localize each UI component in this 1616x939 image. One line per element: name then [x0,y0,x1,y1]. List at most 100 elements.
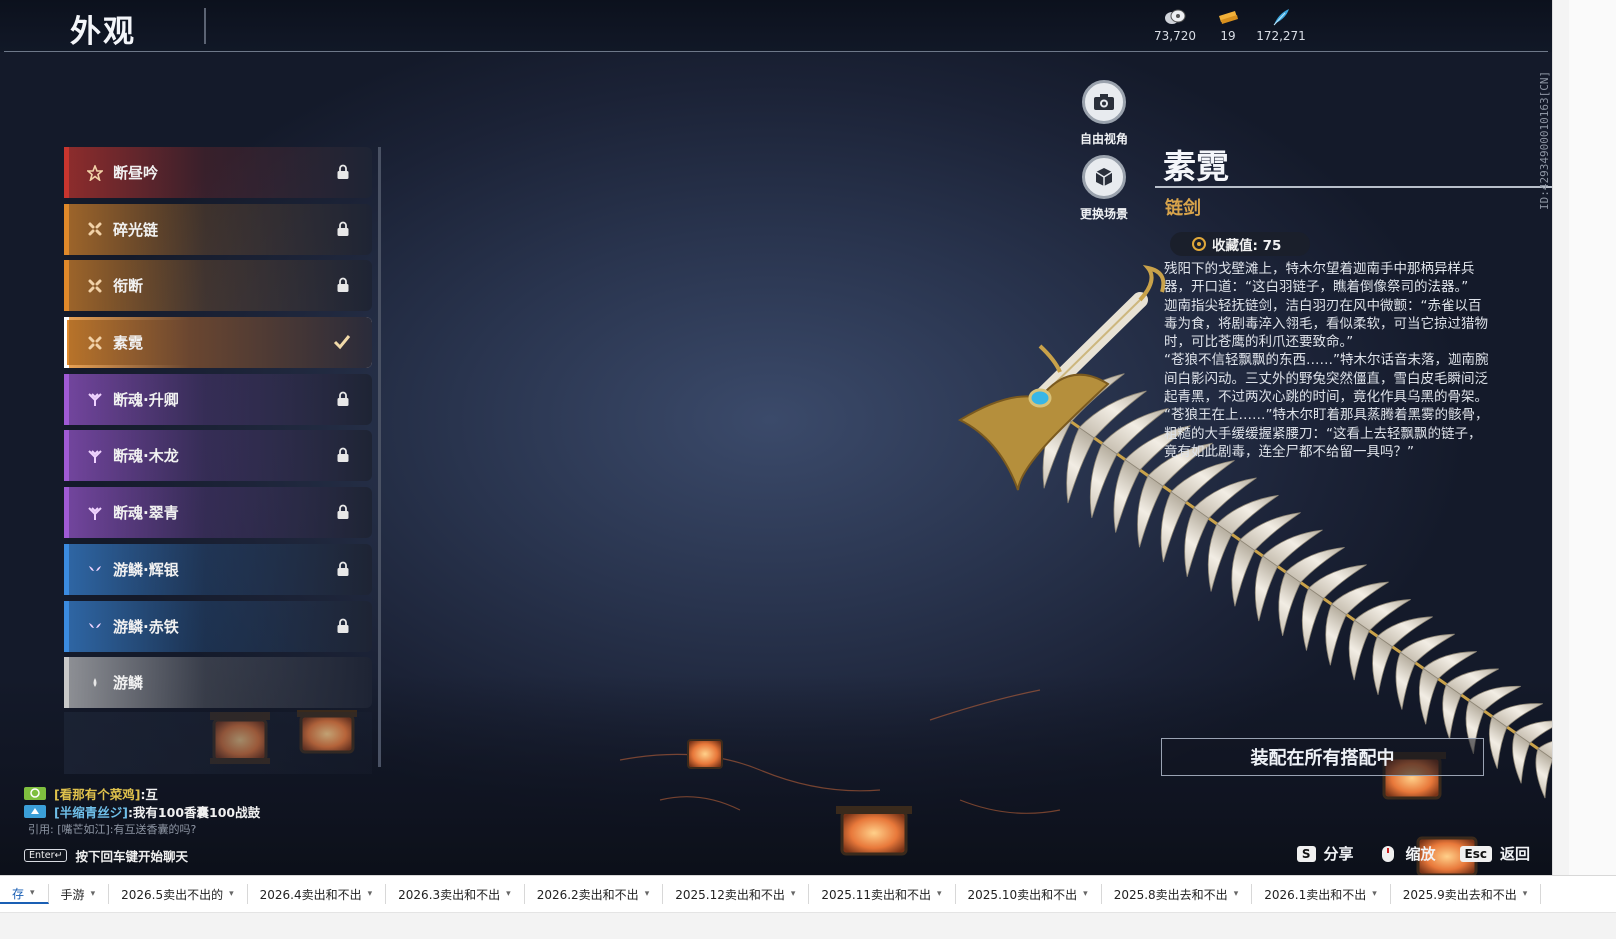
cross-icon [87,278,103,294]
trident-icon [87,505,103,521]
page-title: 外观 [70,14,136,50]
change-scene-button[interactable]: 更换场景 [1064,155,1144,222]
share-key: S [1296,845,1316,862]
sheet-tab[interactable]: 2025.8卖出去和不出 ▾ [1102,884,1253,904]
sheet-tab[interactable]: 2025.12卖出和不出 ▾ [663,884,810,904]
top-bar: 外观 73,720 19 172,271 [0,0,1552,52]
back-label: 返回 [1499,845,1530,863]
chevron-down-icon: ▾ [506,889,511,899]
title-divider [204,8,206,44]
skin-item-label: 游鳞·赤铁 [113,617,179,636]
ground-cracks [619,689,1061,814]
esc-key: Esc [1459,845,1492,862]
skin-item[interactable]: 断魂·翠青 [64,487,372,539]
share-label: 分享 [1323,845,1354,863]
camera-icon [1094,94,1114,110]
mouse-icon [1381,845,1394,862]
header-divider [4,51,1548,52]
skin-list-scrollbar[interactable] [378,147,381,767]
chat-enter-hint: Enter↵ 按下回车键开始聊天 [24,846,364,865]
cross-icon [87,335,103,351]
share-hint[interactable]: S 分享 [1296,843,1354,864]
chevron-down-icon: ▾ [644,889,650,899]
sheet-tab[interactable]: 2025.10卖出和不出 ▾ [956,884,1102,904]
cross-icon [87,221,103,237]
free-view-button[interactable]: 自由视角 [1064,80,1144,147]
change-scene-label: 更换场景 [1079,207,1128,221]
skin-list-footer [64,712,372,774]
chat-text: :我有100香囊100战鼓 [127,804,261,820]
sheet-tab-label: 2026.3卖出和不出 [398,887,501,902]
skin-item[interactable]: 素霓 [64,317,372,369]
skin-item-label: 断魂·木龙 [113,447,179,466]
skin-item[interactable]: 碎光链 [64,203,372,255]
skin-item[interactable]: 断魂·升卿 [64,373,372,425]
feathers-value: 172,271 [1256,29,1306,43]
sheet-tab-label: 2026.4卖出和不出 [259,887,362,902]
chat-sender[interactable]: [半缩青丝ジ] [54,802,128,821]
vertical-scrollbar[interactable] [1553,0,1569,875]
chat-message: [半缩青丝ジ] :我有100香囊100战鼓 [24,802,364,820]
skin-item[interactable]: 游鳞·辉银 [64,543,372,595]
sheet-tab-label: 2025.8卖出去和不出 [1113,887,1228,902]
chevron-down-icon: ▾ [1372,889,1377,899]
sheet-tab[interactable]: 手游 ▾ [49,884,110,904]
sheet-tab[interactable]: 2026.5卖出不出的 ▾ [109,884,248,904]
chat-box[interactable]: [看那有个菜鸡] :互 [半缩青丝ジ] :我有100香囊100战鼓 引用: [嘴… [24,784,364,865]
back-hint[interactable]: Esc 返回 [1459,843,1530,864]
chat-quote: 引用: [嘴芒如江]:有互送香囊的吗? [28,823,197,836]
sheet-tab[interactable]: 2026.4卖出和不出 ▾ [248,884,387,904]
game-viewport: 外观 73,720 19 172,271 断昼吟 碎光链 衔断 素霓 断魂·升卿 断魂·木… [0,0,1552,875]
item-type: 链剑 [1165,198,1201,219]
chat-text: :互 [140,786,158,802]
sheet-tabs: 存 ▾ 手游 ▾ 2026.5卖出不出的 ▾ 2026.4卖出和不出 ▾ 2026.3卖出和不出… [0,884,1542,904]
sheet-tab[interactable]: 2026.3卖出和不出 ▾ [386,884,525,904]
chevron-down-icon: ▾ [1233,889,1239,899]
sheet-tab[interactable]: 2026.1卖出和不出 ▾ [1252,884,1391,904]
trident-icon [87,448,103,464]
item-name: 素霓 [1163,147,1229,186]
chat-sender[interactable]: [看那有个菜鸡] [54,784,140,803]
zoom-label: 缩放 [1405,845,1436,863]
sheet-tab[interactable]: 存 ▾ [0,884,49,904]
chevron-down-icon: ▾ [937,889,942,899]
star-icon [87,164,103,181]
chevron-down-icon: ▾ [30,888,35,898]
lock-icon [337,391,349,406]
lock-icon [337,164,349,179]
sheet-tab[interactable]: 2025.11卖出和不出 ▾ [809,884,956,904]
equip-all-outfits-button[interactable]: 装配在所有搭配中 [1161,738,1484,776]
skin-item-label: 碎光链 [113,220,159,239]
currency-feathers: 172,271 [1246,8,1316,43]
item-name-underline [1155,186,1552,188]
zoom-hint[interactable]: 缩放 [1378,843,1436,864]
collection-value: 收藏值: 75 [1212,238,1282,254]
skin-item[interactable]: 断昼吟 [64,147,372,198]
chat-channel-icon [24,804,46,818]
skin-item-label: 游鳞 [113,674,144,693]
skin-item[interactable]: 断魂·木龙 [64,430,372,482]
lock-icon [337,618,349,633]
drop-icon [87,675,103,691]
sheet-tab-label: 2025.10卖出和不出 [967,887,1078,902]
sheet-tab[interactable]: 2026.2卖出和不出 ▾ [525,884,664,904]
item-story: 残阳下的戈壁滩上，特木尔望着迦南手中那柄异样兵器，开口道：“这白羽链子，瞧着倒像… [1164,260,1489,461]
skin-item-label: 衔断 [113,277,144,296]
sheet-tab-label: 手游 [60,887,85,902]
lock-icon [337,561,349,576]
background-window-strip [1552,0,1616,875]
enter-key-icon: Enter↵ [24,849,68,862]
skin-item[interactable]: 游鳞 [64,657,372,709]
skin-item-label: 断魂·升卿 [113,390,179,409]
story-paragraph: 残阳下的戈壁滩上，特木尔望着迦南手中那柄异样兵器，开口道：“这白羽链子，瞧着倒像… [1164,261,1475,296]
chevron-down-icon: ▾ [90,889,96,899]
lantern-center [836,806,912,856]
ticket-icon [1219,11,1238,24]
sheet-tab[interactable]: 2025.9卖出去和不出 ▾ [1391,884,1542,904]
check-icon [333,335,351,350]
key-hints: S 分享 缩放 Esc 返回 [1296,843,1530,864]
skin-item[interactable]: 游鳞·赤铁 [64,600,372,652]
skin-item[interactable]: 衔断 [64,260,372,312]
feather-icon [1273,9,1289,26]
skin-list: 断昼吟碎光链衔断素霓断魂·升卿断魂·木龙断魂·翠青 游鳞·辉银游鳞·赤铁游鳞 [64,147,372,714]
